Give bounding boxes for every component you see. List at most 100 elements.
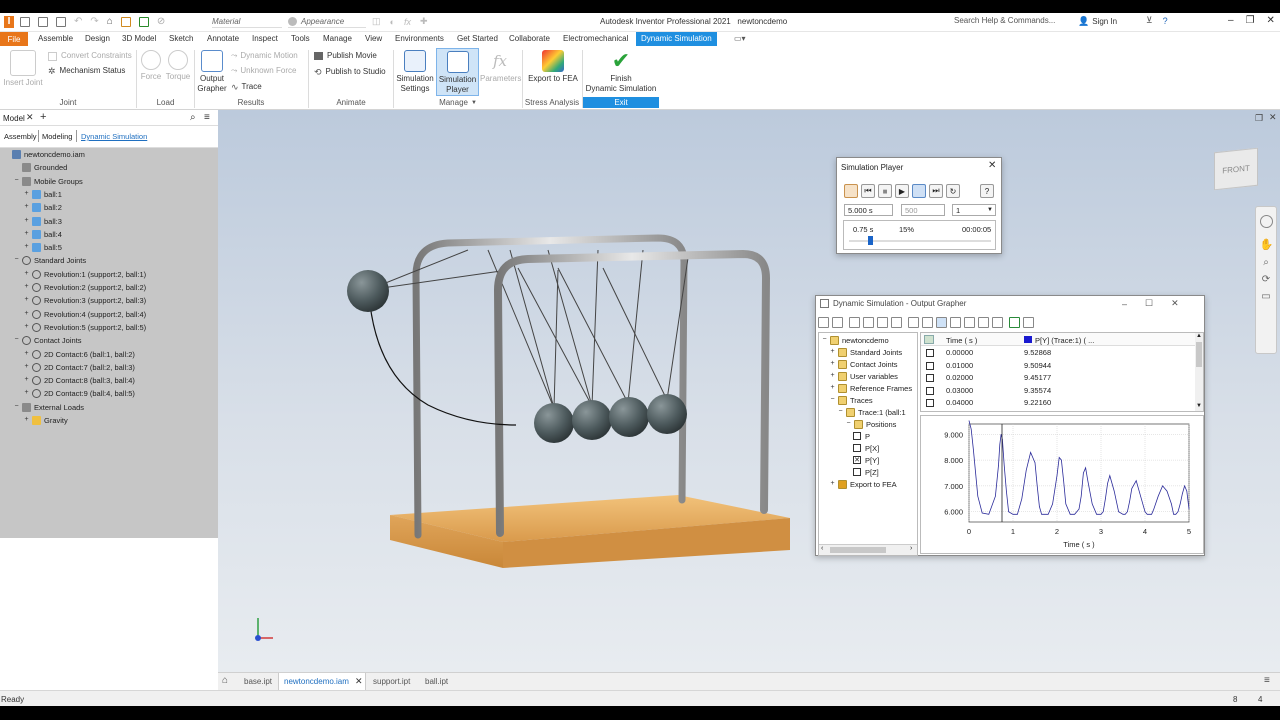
screen-refresh-button[interactable] — [912, 184, 926, 198]
stop-button[interactable]: ■ — [878, 184, 892, 198]
player-help-button[interactable]: ? — [980, 184, 994, 198]
simulation-player-button[interactable]: Simulation Player — [436, 48, 479, 96]
dynamic-motion-button[interactable]: ⤳ Dynamic Motion — [231, 51, 298, 61]
save-icon[interactable] — [56, 16, 66, 27]
expand-icon[interactable]: + — [23, 230, 30, 238]
tab-design[interactable]: Design — [85, 34, 110, 43]
checkbox[interactable] — [853, 432, 861, 440]
grapher-tree-item[interactable]: ✕ P[Y] — [853, 454, 879, 466]
tree-item[interactable]: + ball:1 — [23, 188, 62, 201]
row-checkbox[interactable] — [926, 374, 934, 382]
tab-menu-icon[interactable]: ≡ — [1264, 675, 1270, 686]
zoom-icon[interactable] — [992, 316, 1003, 328]
sign-in-button[interactable]: 👤 Sign In — [1078, 16, 1117, 27]
expand-icon[interactable]: + — [23, 389, 30, 397]
tab-get-started[interactable]: Get Started — [457, 34, 498, 43]
expand-icon[interactable]: − — [821, 336, 828, 344]
tab-tools[interactable]: Tools — [291, 34, 310, 43]
expand-icon[interactable]: − — [837, 408, 844, 416]
help-icon[interactable] — [1023, 316, 1034, 328]
plus-icon[interactable]: ✚ — [420, 16, 428, 27]
look-at-icon[interactable]: ▭ — [1260, 291, 1273, 302]
tree-item[interactable]: + Revolution:4 (support:2, ball:4) — [23, 308, 146, 321]
grapher-tree-item[interactable]: − Trace:1 (ball:1 — [837, 406, 906, 418]
row-checkbox[interactable] — [926, 361, 934, 370]
close-tab-icon[interactable]: ✕ — [355, 676, 363, 687]
ribbon-options-icon[interactable]: ▭▾ — [734, 34, 746, 43]
restore-icon[interactable]: ❐ — [1246, 15, 1255, 26]
loop-button[interactable]: ↻ — [946, 184, 960, 198]
home-icon[interactable]: ⌂ — [222, 675, 228, 686]
tree-item[interactable]: + Revolution:5 (support:2, ball:5) — [23, 321, 146, 334]
go-to-end-button[interactable]: ⏭ — [929, 184, 943, 198]
browser-tab-dynamic-simulation[interactable]: Dynamic Simulation — [81, 132, 147, 141]
tree-item[interactable]: + ball:4 — [23, 228, 62, 241]
publish-studio-button[interactable]: ⟲ Publish to Studio — [314, 67, 386, 77]
expand-icon[interactable]: + — [829, 360, 836, 368]
simulation-settings-button[interactable]: Simulation Settings — [395, 50, 435, 94]
appearance-dropdown[interactable]: Appearance — [288, 16, 366, 28]
tree-item[interactable]: + ball:2 — [23, 201, 62, 214]
tab-environments[interactable]: Environments — [395, 34, 444, 43]
table-icon[interactable] — [922, 316, 933, 328]
tree-item[interactable]: +2D Contact:8 (ball:3, ball:4) — [23, 374, 135, 387]
row-checkbox[interactable] — [926, 349, 934, 357]
expand-icon[interactable]: + — [23, 323, 30, 331]
tree-item[interactable]: + Revolution:1 (support:2, ball:1) — [23, 268, 146, 281]
table-row[interactable]: 0.02000 9.45177 — [921, 372, 1195, 384]
tree-item[interactable]: + Revolution:2 (support:2, ball:2) — [23, 281, 146, 294]
grapher-tree-item[interactable]: P — [853, 430, 870, 442]
search-help-input[interactable]: Search Help & Commands... — [954, 16, 1072, 28]
select-icon[interactable] — [120, 16, 131, 27]
table-row[interactable]: 0.00000 9.52868 — [921, 347, 1195, 359]
tree-horizontal-scrollbar[interactable]: ‹ › — [819, 544, 917, 555]
tab-3d-model[interactable]: 3D Model — [122, 34, 156, 43]
unknown-force-button[interactable]: ⤳ Unknown Force — [231, 66, 296, 76]
tree-item[interactable]: newtoncdemo.iam — [3, 148, 85, 161]
grapher-tree-item[interactable]: − Traces — [829, 394, 873, 406]
print-icon[interactable] — [964, 316, 975, 328]
expand-icon[interactable]: + — [23, 363, 30, 371]
tab-annotate[interactable]: Annotate — [207, 34, 239, 43]
collapse-icon[interactable] — [13, 164, 20, 171]
trace-button[interactable]: ∿ Trace — [231, 82, 262, 92]
material-dropdown[interactable]: Material — [212, 16, 282, 28]
checkbox[interactable]: ✕ — [853, 456, 861, 464]
expand-icon[interactable]: + — [829, 480, 836, 488]
pan-icon[interactable]: ✋ — [1260, 238, 1274, 251]
scrollbar-thumb[interactable] — [830, 547, 886, 553]
expand-icon[interactable]: + — [23, 376, 30, 384]
collapse-icon[interactable]: − — [13, 403, 20, 411]
filter-select[interactable]: 1 ▼ — [952, 204, 996, 216]
clear-appearance-icon[interactable]: ◫ — [372, 16, 381, 27]
redo-icon[interactable]: ↷ — [90, 16, 98, 27]
minimize-icon[interactable]: – — [1122, 299, 1127, 309]
expand-icon[interactable]: + — [23, 217, 30, 225]
expand-icon[interactable]: + — [23, 203, 30, 211]
view-cube[interactable]: FRONT — [1214, 147, 1258, 191]
browser-tab-assembly[interactable]: Assembly — [4, 132, 37, 141]
copy-icon[interactable] — [950, 316, 961, 328]
grapher-tree-item[interactable]: + User variables — [829, 370, 898, 382]
tab-inspect[interactable]: Inspect — [252, 34, 278, 43]
grapher-tree-item[interactable]: + Contact Joints — [829, 358, 898, 370]
doc-tab-newtoncdemo[interactable]: newtoncdemo.iam ✕ — [278, 673, 366, 690]
expand-icon[interactable]: + — [23, 283, 30, 291]
tree-item[interactable]: − Standard Joints — [13, 254, 86, 267]
doc-tab-ball[interactable]: ball.ipt — [425, 677, 448, 686]
expand-icon[interactable]: + — [829, 384, 836, 392]
expand-icon[interactable]: + — [829, 372, 836, 380]
steering-wheel-icon[interactable] — [1259, 215, 1273, 228]
output-grapher-button[interactable]: Output Grapher — [196, 50, 228, 94]
minimize-icon[interactable]: – — [1228, 15, 1234, 26]
publish-movie-button[interactable]: Publish Movie — [314, 51, 377, 61]
search-icon[interactable]: ⌕ — [190, 112, 196, 123]
close-icon[interactable]: ✕ — [1171, 298, 1179, 309]
grapher-tree-item[interactable]: P[Z] — [853, 466, 879, 478]
new-icon[interactable] — [818, 316, 829, 328]
tab-electromechanical[interactable]: Electromechanical — [563, 34, 628, 43]
close-window-icon[interactable]: ✕ — [1267, 15, 1275, 26]
add-icon[interactable] — [908, 316, 919, 328]
tab-assemble[interactable]: Assemble — [38, 34, 73, 43]
expand-icon[interactable]: + — [23, 270, 30, 278]
